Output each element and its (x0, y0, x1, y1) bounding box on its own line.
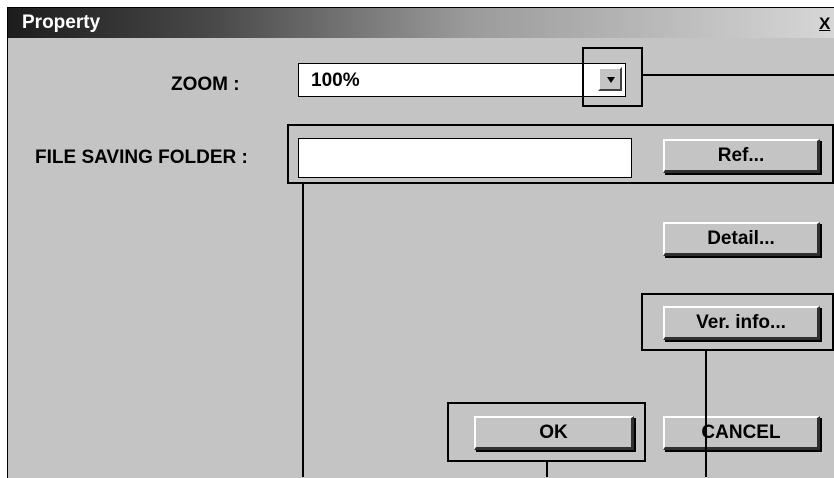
callout-box-folder (287, 124, 834, 184)
folder-label: FILE SAVING FOLDER : (35, 147, 248, 168)
callout-box-zoom-dropdown (582, 47, 643, 107)
close-icon[interactable]: X (819, 14, 830, 34)
callout-box-ok (447, 402, 646, 462)
zoom-label: ZOOM : (171, 74, 240, 95)
detail-button[interactable]: Detail... (663, 222, 820, 256)
callout-box-version-info (641, 293, 834, 351)
title-bar[interactable]: Property X (8, 8, 834, 38)
callout-line-folder (302, 184, 304, 477)
zoom-select[interactable]: 100% (298, 63, 626, 97)
dialog-title: Property (22, 12, 101, 33)
callout-line-zoom-dropdown (643, 74, 834, 76)
callout-line-version-info (705, 351, 707, 477)
callout-line-ok (546, 462, 548, 477)
cancel-button[interactable]: CANCEL (663, 416, 820, 450)
